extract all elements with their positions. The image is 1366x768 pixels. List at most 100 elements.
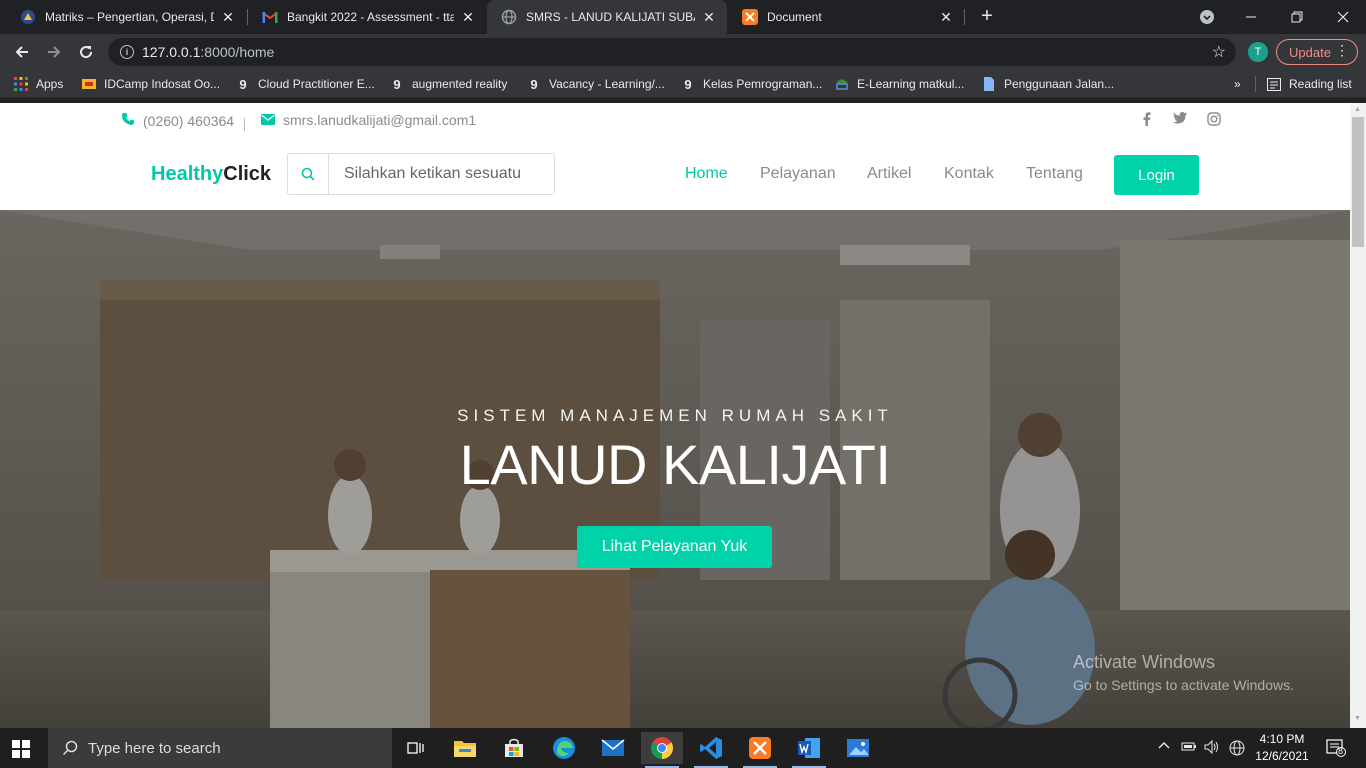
forward-arrow-icon[interactable] (41, 39, 67, 65)
bookmark-divider (1255, 76, 1256, 92)
tab-title: SMRS - LANUD KALIJATI SUBANG (526, 10, 695, 24)
bookmark-label: IDCamp Indosat Oo... (104, 77, 221, 91)
network-globe-icon[interactable] (1229, 740, 1245, 759)
more-bookmarks-label: » (1234, 77, 1241, 91)
hero-title: LANUD KALIJATI (459, 433, 891, 496)
volume-icon[interactable] (1204, 739, 1220, 757)
mail-icon[interactable] (592, 732, 634, 764)
battery-icon[interactable] (1181, 740, 1197, 755)
close-window-icon[interactable] (1320, 0, 1366, 34)
nav-home[interactable]: Home (685, 165, 728, 183)
bookmark-cloud-practitioner[interactable]: 9 Cloud Practitioner E... (236, 74, 375, 94)
profile-avatar[interactable]: T (1248, 42, 1268, 62)
site-info-icon[interactable]: i (120, 45, 134, 59)
bookmark-label: Vacancy - Learning/... (549, 77, 665, 91)
reading-list-icon (1267, 77, 1281, 91)
tab-title: Bangkit 2022 - Assessment - ttan (287, 10, 454, 24)
restore-icon[interactable] (1274, 0, 1320, 34)
bookmark-label: Penggunaan Jalan... (1004, 77, 1115, 91)
search-input[interactable] (329, 154, 554, 194)
photos-icon[interactable] (837, 732, 879, 764)
view-services-button[interactable]: Lihat Pelayanan Yuk (577, 526, 772, 568)
tab-strip: Matriks – Pengertian, Operasi, De ✕ Bang… (0, 0, 1366, 34)
tab-search-icon[interactable] (1184, 0, 1230, 34)
more-bookmarks-button[interactable]: » (1234, 74, 1241, 94)
phone-info: (0260) 460364 (121, 112, 234, 129)
phone-icon (121, 112, 135, 129)
nav-tentang[interactable]: Tentang (1026, 165, 1083, 183)
bookmark-vacancy[interactable]: 9 Vacancy - Learning/... (527, 74, 665, 94)
tab-title: Document (767, 10, 822, 24)
minimize-icon[interactable] (1228, 0, 1274, 34)
email-address[interactable]: smrs.lanudkalijati@gmail.com1 (283, 112, 476, 128)
nav-pelayanan[interactable]: Pelayanan (760, 165, 836, 183)
word-icon[interactable] (788, 732, 830, 768)
scroll-up-icon[interactable]: ▲ (1354, 106, 1361, 113)
instagram-icon[interactable] (1206, 112, 1222, 129)
bookmark-elearning[interactable]: E-Learning matkul... (835, 74, 964, 94)
xampp-icon (742, 9, 758, 25)
gmail-icon (262, 9, 278, 25)
nav-kontak[interactable]: Kontak (944, 165, 994, 183)
page-scrollbar[interactable]: ▲ ▼ (1350, 103, 1366, 728)
bookmark-label: Cloud Practitioner E... (258, 77, 375, 91)
chrome-icon[interactable] (641, 732, 683, 768)
close-icon[interactable]: ✕ (701, 9, 717, 26)
vscode-icon[interactable] (690, 732, 732, 768)
brand-logo[interactable]: HealthyClick (151, 163, 271, 186)
watermark-text: Go to Settings to activate Windows. (1073, 677, 1294, 693)
email-info: smrs.lanudkalijati@gmail.com1 (261, 112, 476, 128)
windows-taskbar: Type here to search 4:10 PM 12/6/2021 8 (0, 728, 1366, 768)
new-tab-button[interactable]: + (976, 6, 998, 28)
back-arrow-icon[interactable] (9, 39, 35, 65)
notification-center-icon[interactable]: 8 (1326, 739, 1346, 757)
facebook-icon[interactable] (1139, 112, 1155, 129)
windows-start-icon[interactable] (12, 740, 30, 758)
bookmark-star-icon[interactable]: ☆ (1212, 42, 1226, 62)
taskbar-search[interactable]: Type here to search (48, 728, 392, 768)
tab-bangkit[interactable]: Bangkit 2022 - Assessment - ttan ✕ (248, 0, 486, 34)
file-explorer-icon[interactable] (444, 732, 486, 764)
phone-number: (0260) 460364 (143, 112, 235, 129)
system-clock[interactable]: 4:10 PM 12/6/2021 (1252, 731, 1312, 765)
update-button[interactable]: Update ⋮ (1276, 39, 1358, 65)
bookmark-idcamp[interactable]: IDCamp Indosat Oo... (82, 74, 220, 94)
search-button[interactable] (288, 154, 329, 194)
login-button[interactable]: Login (1114, 155, 1199, 195)
dicoding-icon: 9 (530, 76, 538, 92)
scrollbar-thumb[interactable] (1352, 117, 1364, 247)
reading-list-button[interactable]: Reading list (1267, 74, 1352, 94)
menu-dots-icon[interactable]: ⋮ (1335, 42, 1349, 59)
web-page: (0260) 460364 smrs.lanudkalijati@gmail.c… (0, 103, 1350, 728)
tab-divider (964, 9, 965, 25)
microsoft-store-icon[interactable] (493, 732, 535, 764)
address-bar[interactable]: i 127.0.0.1:8000/home ☆ (108, 38, 1236, 66)
twitter-icon[interactable] (1172, 112, 1188, 127)
watermark-title: Activate Windows (1073, 652, 1216, 672)
bookmark-kelas-pemrograman[interactable]: 9 Kelas Pemrograman... (681, 74, 822, 94)
globe-icon (501, 9, 517, 25)
taskbar-search-placeholder: Type here to search (88, 739, 221, 757)
bookmark-penggunaan-jalan[interactable]: Penggunaan Jalan... (982, 74, 1114, 94)
xampp-icon[interactable] (739, 732, 781, 768)
bookmark-augmented-reality[interactable]: 9 augmented reality (390, 74, 507, 94)
close-icon[interactable]: ✕ (460, 9, 476, 26)
nav-artikel[interactable]: Artikel (867, 165, 911, 183)
site-favicon-icon (20, 9, 36, 25)
chevron-up-icon[interactable] (1158, 740, 1170, 755)
close-icon[interactable]: ✕ (938, 9, 954, 26)
tab-smrs[interactable]: SMRS - LANUD KALIJATI SUBANG ✕ (487, 0, 727, 34)
edge-icon[interactable] (543, 732, 585, 764)
document-icon (982, 77, 996, 91)
close-icon[interactable]: ✕ (220, 9, 236, 26)
task-view-icon[interactable] (395, 732, 437, 764)
reading-list-label: Reading list (1289, 77, 1352, 91)
bookmark-apps[interactable]: Apps (14, 74, 63, 94)
tab-document[interactable]: Document ✕ (728, 0, 964, 34)
reload-icon[interactable] (73, 39, 99, 65)
dicoding-icon: 9 (684, 76, 692, 92)
tab-matriks[interactable]: Matriks – Pengertian, Operasi, De ✕ (6, 0, 246, 34)
notification-count: 8 (1338, 746, 1344, 756)
scroll-down-icon[interactable]: ▼ (1354, 715, 1361, 722)
activate-windows-watermark: Activate Windows Go to Settings to activ… (1073, 652, 1294, 693)
